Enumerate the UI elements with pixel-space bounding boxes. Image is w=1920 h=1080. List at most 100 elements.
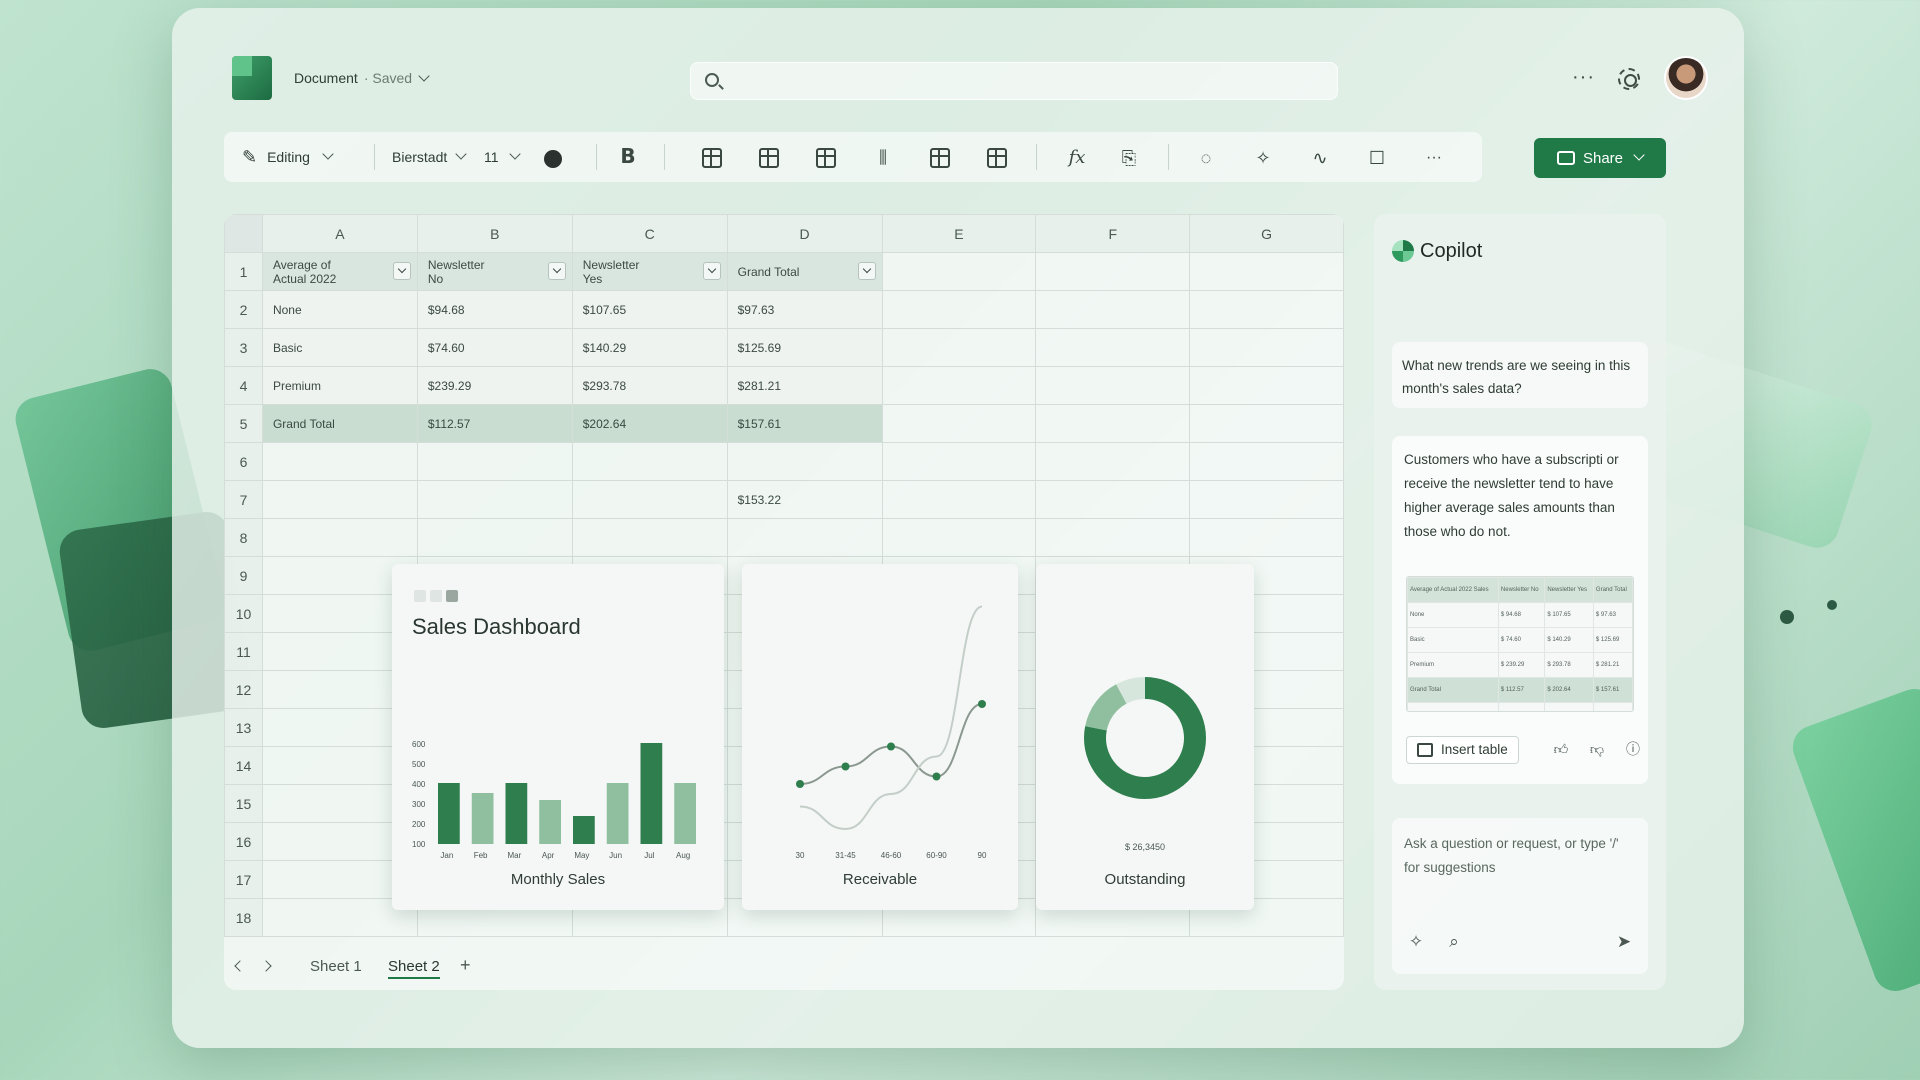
avatar[interactable] bbox=[1664, 56, 1708, 100]
thumbs-up-icon[interactable]: 👍︎ bbox=[1552, 740, 1570, 758]
cell[interactable] bbox=[261, 480, 418, 519]
cell[interactable] bbox=[1035, 290, 1191, 329]
columns-icon[interactable]: ⫼ bbox=[873, 148, 893, 168]
sparkle-icon[interactable]: ✧ bbox=[1406, 932, 1426, 952]
prev-sheet-icon[interactable] bbox=[234, 960, 246, 972]
cell[interactable]: Basic bbox=[261, 328, 418, 367]
bold-button[interactable]: B bbox=[618, 146, 638, 166]
grand-total-cell[interactable]: Grand Total bbox=[261, 404, 418, 443]
next-sheet-icon[interactable] bbox=[260, 960, 272, 972]
column-header[interactable]: F bbox=[1035, 214, 1191, 253]
row-header[interactable]: 12 bbox=[224, 670, 263, 709]
cell[interactable] bbox=[1189, 480, 1344, 519]
more-options-icon[interactable]: ··· bbox=[1420, 148, 1448, 168]
cell-d7[interactable]: $153.22 bbox=[726, 480, 883, 519]
cell[interactable]: Premium bbox=[261, 366, 418, 405]
row-header[interactable]: 13 bbox=[224, 708, 263, 747]
cell[interactable] bbox=[881, 290, 1037, 329]
monthly-sales-card[interactable]: Sales Dashboard 600 500 400 300 200 100 Jan Feb… bbox=[392, 564, 724, 910]
cell[interactable] bbox=[416, 480, 573, 519]
cell[interactable] bbox=[1035, 480, 1191, 519]
excel-logo-icon[interactable] bbox=[232, 56, 272, 100]
filter-dropdown-icon[interactable] bbox=[702, 262, 721, 280]
attach-icon[interactable]: ⌕ bbox=[1444, 932, 1464, 952]
filter-dropdown-icon[interactable] bbox=[392, 262, 411, 280]
cell[interactable] bbox=[1189, 252, 1344, 291]
gear-icon[interactable] bbox=[1618, 68, 1640, 90]
document-title[interactable]: Document · Saved bbox=[294, 70, 430, 86]
add-sheet-button[interactable]: + bbox=[460, 955, 471, 976]
data-table-icon[interactable] bbox=[987, 148, 1007, 168]
row-header[interactable]: 14 bbox=[224, 746, 263, 785]
filter-dropdown-icon[interactable] bbox=[547, 262, 566, 280]
outstanding-card[interactable]: $ 26,3450 Outstanding bbox=[1036, 564, 1254, 910]
cell[interactable] bbox=[571, 442, 728, 481]
pivot-header-cell[interactable]: Newsletter No bbox=[416, 252, 573, 291]
cell[interactable] bbox=[571, 480, 728, 519]
row-header[interactable]: 5 bbox=[224, 404, 263, 443]
sheet-tab-2[interactable]: Sheet 2 bbox=[388, 958, 440, 979]
select-all-corner[interactable] bbox=[224, 214, 263, 253]
row-header[interactable]: 16 bbox=[224, 822, 263, 861]
cell[interactable] bbox=[1035, 366, 1191, 405]
table-preview[interactable]: Average of Actual 2022 Sales Newsletter N… bbox=[1406, 576, 1634, 712]
cell[interactable] bbox=[1035, 404, 1191, 443]
pivot-header-cell[interactable]: Newsletter Yes bbox=[571, 252, 728, 291]
thumbs-down-icon[interactable]: 👎︎ bbox=[1588, 740, 1606, 758]
cell[interactable]: $94.68 bbox=[416, 290, 573, 329]
more-options-icon[interactable]: ··· bbox=[1572, 66, 1595, 89]
cell[interactable]: $97.63 bbox=[726, 290, 883, 329]
row-header[interactable]: 1 bbox=[224, 252, 263, 291]
cell[interactable] bbox=[1189, 404, 1344, 443]
function-icon[interactable]: fx bbox=[1064, 148, 1090, 168]
cell[interactable] bbox=[881, 252, 1037, 291]
filter-dropdown-icon[interactable] bbox=[857, 262, 876, 280]
cell[interactable] bbox=[881, 404, 1037, 443]
cell[interactable] bbox=[1035, 252, 1191, 291]
sparkle-icon[interactable]: ✧ bbox=[1253, 148, 1273, 168]
formula-helper-icon[interactable]: ⎘ bbox=[1119, 148, 1139, 168]
cell[interactable]: $140.29 bbox=[571, 328, 728, 367]
pivot-header-cell[interactable]: Grand Total bbox=[726, 252, 883, 291]
cell[interactable] bbox=[1189, 442, 1344, 481]
cell[interactable]: None bbox=[261, 290, 418, 329]
font-size-dropdown[interactable]: 11 bbox=[484, 132, 521, 182]
grand-total-cell[interactable]: $112.57 bbox=[416, 404, 573, 443]
row-header[interactable]: 6 bbox=[224, 442, 263, 481]
font-color-button[interactable] bbox=[544, 150, 562, 168]
cell[interactable] bbox=[1189, 328, 1344, 367]
lightbulb-icon[interactable]: ◌ bbox=[1196, 148, 1216, 168]
pivot-header-cell[interactable]: Average of Actual 2022 bbox=[261, 252, 418, 291]
search-input[interactable] bbox=[731, 63, 1321, 99]
row-header[interactable]: 3 bbox=[224, 328, 263, 367]
column-header[interactable]: C bbox=[571, 214, 728, 253]
grand-total-cell[interactable]: $202.64 bbox=[571, 404, 728, 443]
cell[interactable] bbox=[881, 480, 1037, 519]
row-header[interactable]: 18 bbox=[224, 898, 263, 937]
cell[interactable] bbox=[1189, 366, 1344, 405]
cell[interactable] bbox=[1189, 290, 1344, 329]
column-header[interactable]: G bbox=[1189, 214, 1344, 253]
column-header[interactable]: B bbox=[416, 214, 573, 253]
cell[interactable]: $281.21 bbox=[726, 366, 883, 405]
row-header[interactable]: 17 bbox=[224, 860, 263, 899]
column-header[interactable]: D bbox=[726, 214, 883, 253]
format-table-icon[interactable] bbox=[702, 148, 722, 168]
sheet-tab-1[interactable]: Sheet 1 bbox=[310, 958, 362, 975]
cell[interactable] bbox=[1035, 328, 1191, 367]
cell[interactable] bbox=[726, 442, 883, 481]
insert-table-button[interactable]: Insert table bbox=[1406, 736, 1519, 764]
cell[interactable] bbox=[416, 442, 573, 481]
editing-mode-dropdown[interactable]: ✎ Editing bbox=[242, 132, 334, 182]
receivable-card[interactable]: 30 31-45 46-60 60-90 90 Receivable bbox=[742, 564, 1018, 910]
share-button[interactable]: Share bbox=[1534, 138, 1666, 178]
search-box[interactable] bbox=[690, 62, 1338, 100]
cell[interactable]: $239.29 bbox=[416, 366, 573, 405]
font-name-dropdown[interactable]: Bierstadt bbox=[392, 132, 467, 182]
pivot-table-icon[interactable] bbox=[930, 148, 950, 168]
cell[interactable]: $125.69 bbox=[726, 328, 883, 367]
insert-table-icon[interactable] bbox=[816, 148, 836, 168]
cell[interactable] bbox=[261, 442, 418, 481]
column-header[interactable]: A bbox=[261, 214, 418, 253]
row-header[interactable]: 2 bbox=[224, 290, 263, 329]
